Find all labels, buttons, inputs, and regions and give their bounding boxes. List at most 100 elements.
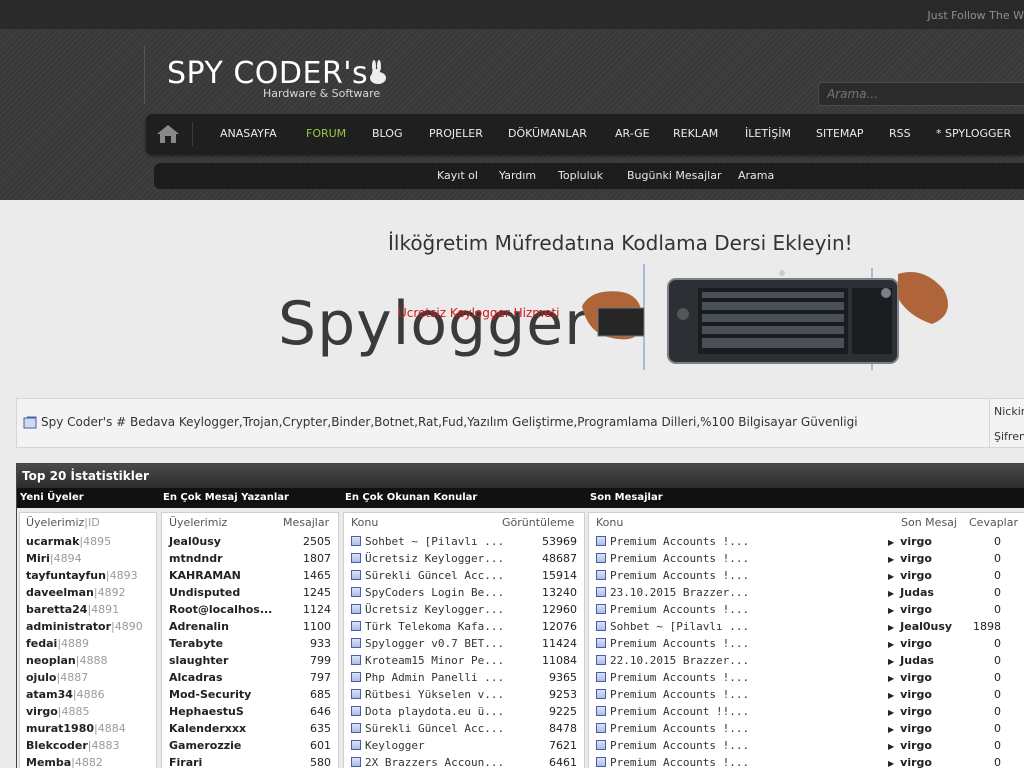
last-poster-name[interactable]: Jeal0usy	[900, 620, 952, 633]
last-poster-name[interactable]: virgo	[900, 569, 932, 582]
last-poster[interactable]: ▶ virgo	[888, 601, 932, 619]
topic-title[interactable]: Spylogger v0.7 BET...	[365, 637, 504, 650]
last-poster-name[interactable]: virgo	[900, 671, 932, 684]
topic-title[interactable]: Premium Accounts !...	[610, 671, 749, 684]
topic-title[interactable]: Premium Account !!...	[610, 705, 749, 718]
member-name[interactable]: daveelman	[26, 586, 94, 599]
subnav-community[interactable]: Topluluk	[558, 169, 603, 182]
topic-title[interactable]: Sohbet ~ [Pilavlı ...	[610, 620, 749, 633]
last-poster-name[interactable]: virgo	[900, 722, 932, 735]
poster-name[interactable]: HephaestuS	[169, 703, 244, 720]
nav-item-rss[interactable]: RSS	[889, 127, 911, 140]
banner-logo-text[interactable]: Spylogger	[278, 294, 590, 354]
topic-title[interactable]: Sürekli Güncel Acc...	[365, 569, 504, 582]
poster-name[interactable]: Adrenalin	[169, 618, 229, 635]
topic-link[interactable]: Premium Accounts !...	[596, 720, 749, 737]
last-poster[interactable]: ▶ virgo	[888, 686, 932, 704]
poster-name[interactable]: Terabyte	[169, 635, 223, 652]
member-name[interactable]: ucarmak	[26, 535, 79, 548]
topic-title[interactable]: Premium Accounts !...	[610, 637, 749, 650]
last-poster-name[interactable]: virgo	[900, 552, 932, 565]
last-poster[interactable]: ▶ virgo	[888, 737, 932, 755]
topic-title[interactable]: Premium Accounts !...	[610, 535, 749, 548]
poster-name[interactable]: mtndndr	[169, 550, 223, 567]
topic-title[interactable]: Sohbet ~ [Pilavlı ...	[365, 535, 504, 548]
poster-name[interactable]: Gamerozzie	[169, 737, 241, 754]
topic-link[interactable]: Sürekli Güncel Acc...	[351, 567, 504, 584]
topic-link[interactable]: Premium Accounts !...	[596, 686, 749, 703]
topic-title[interactable]: Premium Accounts !...	[610, 569, 749, 582]
nav-item-spylogger[interactable]: * SPYLOGGER	[936, 127, 1011, 140]
member-name[interactable]: fedai	[26, 637, 57, 650]
poster-name[interactable]: Root@localhos...	[169, 601, 272, 618]
topic-link[interactable]: Premium Accounts !...	[596, 669, 749, 686]
member-name[interactable]: murat1980	[26, 722, 94, 735]
last-poster-name[interactable]: Judas	[900, 654, 934, 667]
topic-link[interactable]: 2X Brazzers Accoun...	[351, 754, 504, 768]
topic-link[interactable]: SpyCoders Login Be...	[351, 584, 504, 601]
topic-title[interactable]: Dota playdota.eu ü...	[365, 705, 504, 718]
topic-title[interactable]: Türk Telekoma Kafa...	[365, 620, 504, 633]
member-name[interactable]: Miri	[26, 552, 50, 565]
topic-title[interactable]: Php Admin Panelli ...	[365, 671, 504, 684]
nav-item-projeler[interactable]: PROJELER	[429, 127, 483, 140]
topic-link[interactable]: Sohbet ~ [Pilavlı ...	[596, 618, 749, 635]
nav-item-reklam[interactable]: REKLAM	[673, 127, 718, 140]
topic-link[interactable]: Sohbet ~ [Pilavlı ...	[351, 533, 504, 550]
topic-title[interactable]: Ücretsiz Keylogger...	[365, 603, 504, 616]
nav-item-forum[interactable]: FORUM	[306, 127, 346, 140]
last-poster[interactable]: ▶ Judas	[888, 584, 934, 602]
topic-link[interactable]: Ücretsiz Keylogger...	[351, 601, 504, 618]
member-name[interactable]: atam34	[26, 688, 73, 701]
member-name[interactable]: virgo	[26, 705, 58, 718]
last-poster[interactable]: ▶ virgo	[888, 567, 932, 585]
member-name[interactable]: administrator	[26, 620, 111, 633]
topic-link[interactable]: Sürekli Güncel Acc...	[351, 720, 504, 737]
member-name[interactable]: baretta24	[26, 603, 87, 616]
last-poster[interactable]: ▶ Jeal0usy	[888, 618, 952, 636]
last-poster-name[interactable]: virgo	[900, 756, 932, 768]
last-poster-name[interactable]: virgo	[900, 637, 932, 650]
nav-item-anasayfa[interactable]: ANASAYFA	[220, 127, 277, 140]
last-poster-name[interactable]: Judas	[900, 586, 934, 599]
last-poster-name[interactable]: virgo	[900, 535, 932, 548]
last-poster[interactable]: ▶ virgo	[888, 669, 932, 687]
topic-title[interactable]: Ücretsiz Keylogger...	[365, 552, 504, 565]
last-poster[interactable]: ▶ virgo	[888, 550, 932, 568]
topic-title[interactable]: 23.10.2015 Brazzer...	[610, 586, 749, 599]
topic-title[interactable]: Premium Accounts !...	[610, 688, 749, 701]
nav-item-blog[interactable]: BLOG	[372, 127, 402, 140]
subnav-register[interactable]: Kayıt ol	[437, 169, 478, 182]
member-name[interactable]: ojulo	[26, 671, 57, 684]
topic-link[interactable]: Premium Accounts !...	[596, 533, 749, 550]
member-name[interactable]: Blekcoder	[26, 739, 88, 752]
last-poster-name[interactable]: virgo	[900, 705, 932, 718]
last-poster-name[interactable]: virgo	[900, 603, 932, 616]
topic-link[interactable]: Premium Account !!...	[596, 703, 749, 720]
member-name[interactable]: tayfuntayfun	[26, 569, 106, 582]
nav-item-sitemap[interactable]: SITEMAP	[816, 127, 864, 140]
topic-title[interactable]: 22.10.2015 Brazzer...	[610, 654, 749, 667]
subnav-help[interactable]: Yardım	[499, 169, 536, 182]
last-poster[interactable]: ▶ Judas	[888, 652, 934, 670]
topic-link[interactable]: Keylogger	[351, 737, 425, 754]
nav-item-iletisim[interactable]: İLETİŞİM	[745, 127, 791, 140]
topic-link[interactable]: Türk Telekoma Kafa...	[351, 618, 504, 635]
member-name[interactable]: neoplan	[26, 654, 76, 667]
site-logo-title[interactable]: SPY CODER's	[167, 56, 368, 91]
topic-link[interactable]: 22.10.2015 Brazzer...	[596, 652, 749, 669]
topic-title[interactable]: Sürekli Güncel Acc...	[365, 722, 504, 735]
topic-title[interactable]: Premium Accounts !...	[610, 552, 749, 565]
poster-name[interactable]: Kalenderxxx	[169, 720, 246, 737]
topic-title[interactable]: Premium Accounts !...	[610, 722, 749, 735]
member-name[interactable]: Memba	[26, 756, 71, 768]
last-poster[interactable]: ▶ virgo	[888, 703, 932, 721]
topic-link[interactable]: Dota playdota.eu ü...	[351, 703, 504, 720]
last-poster-name[interactable]: virgo	[900, 688, 932, 701]
topic-link[interactable]: 23.10.2015 Brazzer...	[596, 584, 749, 601]
nav-item-dokumanlar[interactable]: DÖKÜMANLAR	[508, 127, 587, 140]
topic-link[interactable]: Rütbesi Yükselen v...	[351, 686, 504, 703]
topic-link[interactable]: Spylogger v0.7 BET...	[351, 635, 504, 652]
poster-name[interactable]: Jeal0usy	[169, 533, 221, 550]
home-icon[interactable]	[154, 122, 182, 146]
